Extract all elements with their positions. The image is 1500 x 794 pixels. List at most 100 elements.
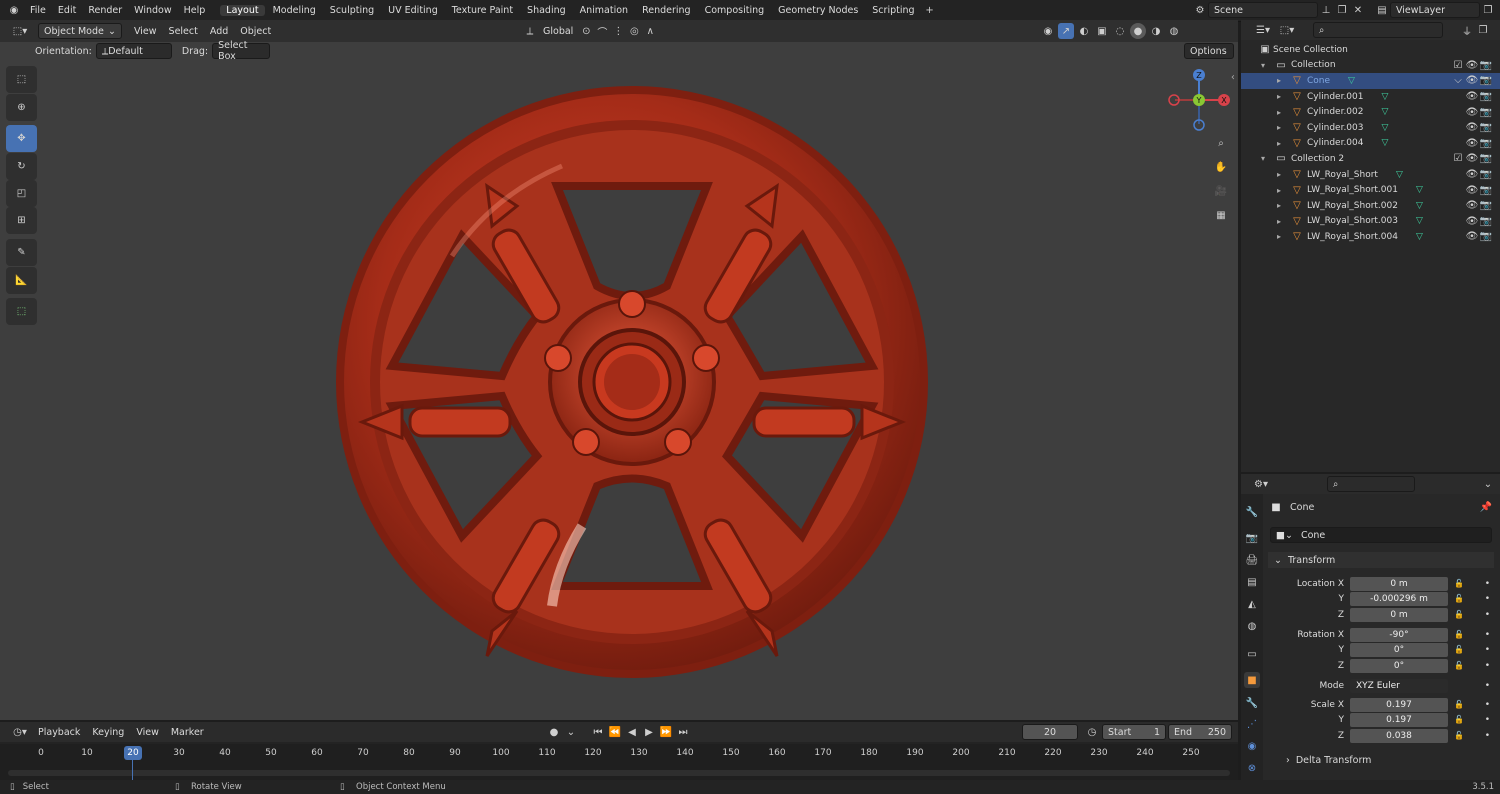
snap-target-icon[interactable]: ⋮ [610,23,626,39]
menu-edit[interactable]: Edit [52,5,82,16]
camera-icon[interactable]: 📷 [1480,167,1492,183]
chevron-down-icon[interactable]: ⌄ [1480,476,1496,492]
keyframe-dot-icon[interactable]: • [1485,594,1490,604]
eye-icon[interactable]: 👁 [1466,89,1479,105]
lock-icon[interactable]: 🔓 [1454,645,1464,654]
expand-arrow-icon[interactable]: ▸ [1277,186,1289,195]
menu-help[interactable]: Help [178,5,212,16]
tab-layout[interactable]: Layout [220,5,265,16]
rotate-tool[interactable]: ↻ [6,153,37,180]
viewport-menu-view[interactable]: View [128,26,163,37]
timeline-menu-marker[interactable]: Marker [165,727,210,738]
view-layer-tab-icon[interactable]: ▤ [1244,574,1260,590]
wireframe-shading-icon[interactable]: ◌ [1112,23,1128,39]
tab-modeling[interactable]: Modeling [267,5,322,16]
cursor-tool[interactable]: ⊕ [6,94,37,121]
sidebar-toggle-icon[interactable]: ‹ [1231,72,1235,83]
menu-render[interactable]: Render [82,5,128,16]
navigation-gizmo[interactable]: Z X Y [1162,64,1238,132]
eye-icon[interactable]: 👁 [1466,57,1479,73]
keyframe-dot-icon[interactable]: • [1485,645,1490,655]
world-tab-icon[interactable]: ◍ [1244,618,1260,634]
solid-shading-icon[interactable]: ● [1130,23,1146,39]
location-x-field[interactable]: 0 m [1350,576,1448,591]
tab-uv-editing[interactable]: UV Editing [382,5,444,16]
blender-logo-icon[interactable]: ◉ [4,3,24,19]
rotation-x-field[interactable]: -90° [1350,627,1448,642]
tab-sculpting[interactable]: Sculpting [324,5,380,16]
keyframe-dot-icon[interactable]: • [1485,661,1490,671]
display-mode-icon[interactable]: ⬚▾ [1275,22,1299,38]
record-icon[interactable]: ● [546,724,562,740]
lock-icon[interactable]: 🔓 [1454,661,1464,670]
keyframe-dot-icon[interactable]: • [1485,715,1490,725]
eye-icon[interactable]: 👁 [1466,73,1479,89]
menu-window[interactable]: Window [128,5,177,16]
lock-icon[interactable]: 🔓 [1454,731,1464,740]
move-tool[interactable]: ✥ [6,125,37,152]
expand-arrow-icon[interactable]: ▸ [1277,217,1289,226]
camera-icon[interactable]: 📷 [1480,213,1492,229]
view-layer-field[interactable]: ViewLayer [1390,2,1480,18]
object-row[interactable]: ▸ ▽ LW_Royal_Short.002 ▽ 👁 📷 [1241,198,1500,214]
expand-arrow-icon[interactable]: ▸ [1277,92,1289,101]
output-tab-icon[interactable]: 🖨 [1244,552,1260,568]
collection-row[interactable]: ▾ ▭ Collection ☑ 👁 📷 [1241,58,1500,74]
new-collection-icon[interactable]: ❐ [1475,22,1491,38]
eye-icon[interactable]: 👁 [1466,213,1479,229]
expand-arrow-icon[interactable]: ▸ [1277,232,1289,241]
keyframe-dot-icon[interactable]: • [1485,610,1490,620]
3d-viewport[interactable]: Orientation: ⟂ Default Drag: Select Box … [0,40,1238,720]
grid-icon[interactable]: ▦ [1212,206,1230,224]
object-row[interactable]: ▸ ▽ Cylinder.003 ▽ 👁 📷 [1241,120,1500,136]
eye-icon[interactable]: 👁 [1466,229,1479,245]
new-scene-icon[interactable]: ❐ [1334,2,1350,18]
object-tab-icon[interactable]: ■ [1244,672,1260,688]
clock-icon[interactable]: ◷ [1084,724,1100,740]
eye-icon[interactable]: 👁 [1466,151,1479,167]
object-row[interactable]: ▸ ▽ LW_Royal_Short ▽ 👁 📷 [1241,167,1500,183]
menu-file[interactable]: File [24,5,52,16]
editor-type-icon[interactable]: ◷▾ [8,724,32,740]
eye-icon[interactable]: 👁 [1466,182,1479,198]
start-frame-field[interactable]: Start 1 [1102,724,1166,740]
timeline-menu-playback[interactable]: Playback [32,727,86,738]
lock-icon[interactable]: 🔓 [1454,610,1464,619]
scene-field[interactable]: Scene [1208,2,1318,18]
expand-arrow-icon[interactable]: ▸ [1277,76,1289,85]
camera-icon[interactable]: 📷 [1480,120,1492,136]
lock-icon[interactable]: 🔓 [1454,579,1464,588]
viewport-menu-select[interactable]: Select [163,26,204,37]
falloff-icon[interactable]: ∧ [642,23,658,39]
camera-icon[interactable]: 📷 [1480,89,1492,105]
collection-tab-icon[interactable]: ▭ [1244,646,1260,662]
pivot-icon[interactable]: ⊙ [578,23,594,39]
tool-tab-icon[interactable]: 🔧 [1244,504,1260,520]
scale-x-field[interactable]: 0.197 [1350,697,1448,712]
xray-icon[interactable]: ▣ [1094,23,1110,39]
lock-icon[interactable]: 🔓 [1454,715,1464,724]
gizmo-toggle-icon[interactable]: ↗ [1058,23,1074,39]
keyframe-dot-icon[interactable]: • [1485,731,1490,741]
scale-tool[interactable]: ◰ [6,180,37,207]
jump-start-icon[interactable]: ⏮ [590,724,606,740]
prev-keyframe-icon[interactable]: ⏪ [607,724,623,740]
pin-icon[interactable]: 📌 [1478,499,1494,515]
object-row[interactable]: ▸ ▽ Cylinder.002 ▽ 👁 📷 [1241,104,1500,120]
current-frame-field[interactable]: 20 [1022,724,1078,740]
overlay-icon[interactable]: ◐ [1076,23,1092,39]
physics-tab-icon[interactable]: ◉ [1244,738,1260,754]
keyframe-dot-icon[interactable]: • [1485,700,1490,710]
timeline-scrollbar[interactable] [8,770,1230,776]
proportional-edit-icon[interactable]: ◎ [626,23,642,39]
pin-icon[interactable]: ⊥ [1318,2,1334,18]
scene-icon[interactable]: ⚙ [1192,2,1208,18]
frame-ruler[interactable]: 0 10 20 30 40 50 60 70 80 90 100 110 120 130 140 150 160… [0,744,1238,780]
expand-arrow-icon[interactable]: ▸ [1277,123,1289,132]
close-icon[interactable]: ✕ [1350,2,1366,18]
camera-icon[interactable]: 📷 [1480,182,1492,198]
eye-icon[interactable]: 👁 [1466,104,1479,120]
particles-tab-icon[interactable]: ⋰ [1244,716,1260,732]
timeline-menu-keying[interactable]: Keying [86,727,130,738]
rotation-y-field[interactable]: 0° [1350,642,1448,657]
